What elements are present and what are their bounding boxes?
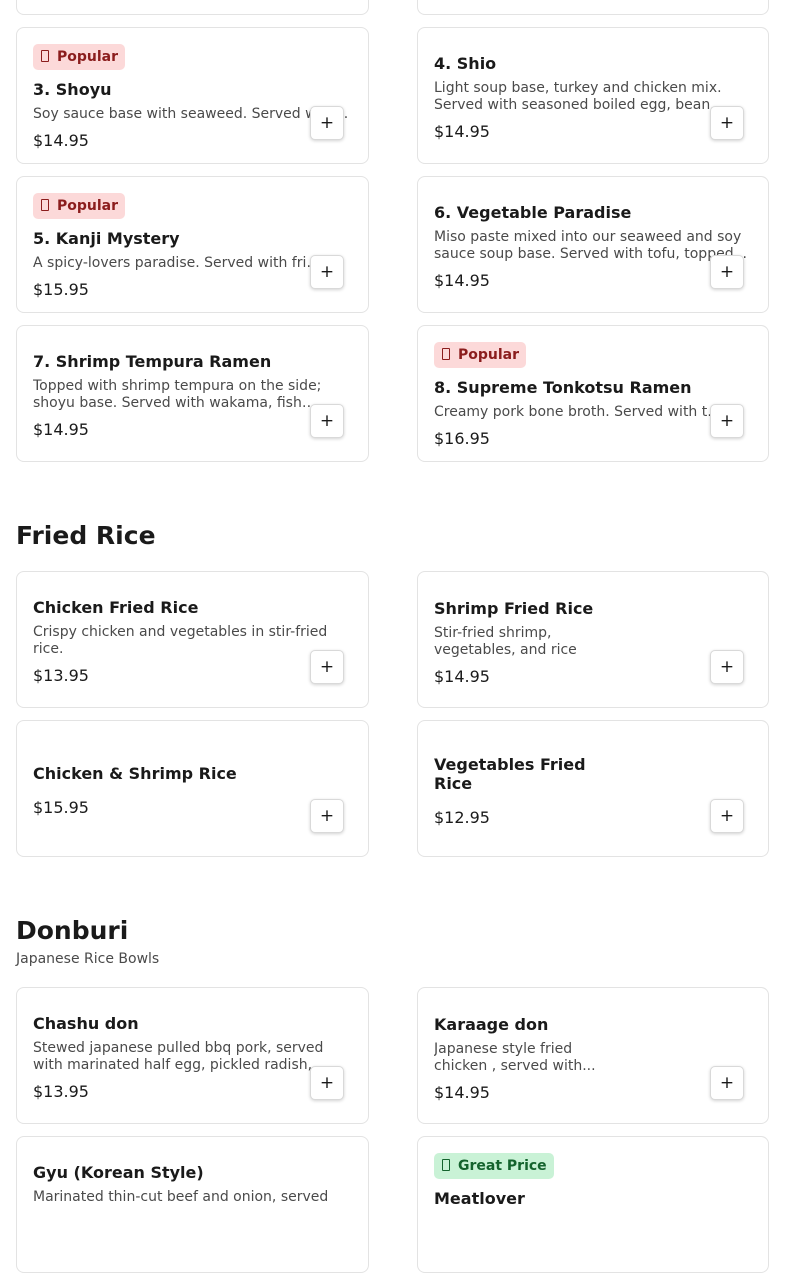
popular-badge: Popular <box>33 44 126 70</box>
item-name: Chicken & Shrimp Rice <box>33 764 237 783</box>
menu-item-card[interactable]: Vegetables Fried Rice $12.95 + <box>417 720 769 857</box>
item-name: Chashu don <box>33 1014 139 1033</box>
item-price: $12.95 <box>434 808 490 827</box>
item-price: $14.95 <box>33 420 89 439</box>
item-name: 6. Vegetable Paradise <box>434 203 632 222</box>
item-price: $13.95 <box>33 666 89 685</box>
add-to-cart-button[interactable]: + <box>310 799 344 833</box>
add-to-cart-button[interactable]: + <box>310 106 344 140</box>
item-name: 3. Shoyu <box>33 80 112 99</box>
item-name: 8. Supreme Tonkotsu Ramen <box>434 378 692 397</box>
menu-item-card[interactable]: Gyu (Korean Style) Marinated thin-cut be… <box>16 1136 369 1273</box>
item-price: $15.95 <box>33 280 89 299</box>
item-price: $14.95 <box>434 1083 490 1102</box>
menu-item-card[interactable]: Chicken & Shrimp Rice $15.95 + <box>16 720 369 857</box>
section-subtitle: Japanese Rice Bowls <box>16 951 160 967</box>
item-name: Gyu (Korean Style) <box>33 1163 204 1182</box>
item-name: Vegetables Fried Rice <box>434 755 586 793</box>
item-description: Light soup base, turkey and chicken mix.… <box>434 80 724 113</box>
section-title-fried-rice: Fried Rice <box>16 521 156 550</box>
popular-badge: Popular <box>434 342 527 368</box>
menu-item-card[interactable]: Karaage don Japanese style fried chicken… <box>417 987 769 1124</box>
badge-label: Popular <box>458 347 520 363</box>
add-to-cart-button[interactable]: + <box>310 1066 344 1100</box>
section-title-donburi: Donburi <box>16 916 129 945</box>
menu-item-card[interactable]: 7. Shrimp Tempura Ramen Topped with shri… <box>16 325 369 462</box>
great-price-badge: Great Price <box>434 1153 554 1179</box>
menu-item-card[interactable]: Popular 3. Shoyu Soy sauce base with sea… <box>16 27 369 164</box>
item-price: $14.95 <box>33 131 89 150</box>
menu-card-partial[interactable] <box>16 0 369 15</box>
item-price: $14.95 <box>434 271 490 290</box>
item-name: Karaage don <box>434 1015 549 1034</box>
add-to-cart-button[interactable]: + <box>310 650 344 684</box>
add-to-cart-button[interactable]: + <box>710 650 744 684</box>
tag-icon <box>442 1159 450 1171</box>
item-price: $14.95 <box>434 667 490 686</box>
add-to-cart-button[interactable]: + <box>710 404 744 438</box>
menu-item-card[interactable]: Chicken Fried Rice Crispy chicken and ve… <box>16 571 369 708</box>
menu-item-card[interactable]: Chashu don Stewed japanese pulled bbq po… <box>16 987 369 1124</box>
item-description: Crispy chicken and vegetables in stir-fr… <box>33 624 328 657</box>
badge-label: Great Price <box>458 1158 547 1174</box>
menu-item-card[interactable]: 4. Shio Light soup base, turkey and chic… <box>417 27 769 164</box>
menu-item-card[interactable]: 6. Vegetable Paradise Miso paste mixed i… <box>417 176 769 313</box>
add-to-cart-button[interactable]: + <box>710 1066 744 1100</box>
badge-label: Popular <box>57 198 119 214</box>
add-to-cart-button[interactable]: + <box>310 255 344 289</box>
item-description: Creamy pork bone broth. Served with the.… <box>434 404 724 420</box>
item-price: $15.95 <box>33 798 89 817</box>
item-description: Japanese style fried chicken , served wi… <box>434 1041 596 1074</box>
item-description: A spicy-lovers paradise. Served with fri… <box>33 255 323 271</box>
menu-item-card[interactable]: Popular 8. Supreme Tonkotsu Ramen Creamy… <box>417 325 769 462</box>
fire-icon <box>41 199 49 211</box>
fire-icon <box>41 50 49 62</box>
fire-icon <box>442 348 450 360</box>
add-to-cart-button[interactable]: + <box>710 255 744 289</box>
item-description: Stir-fried shrimp, vegetables, and rice <box>434 625 577 658</box>
item-name: Shrimp Fried Rice <box>434 599 594 618</box>
popular-badge: Popular <box>33 193 126 219</box>
add-to-cart-button[interactable]: + <box>710 106 744 140</box>
item-name: 5. Kanji Mystery <box>33 229 180 248</box>
item-description: Topped with shrimp tempura on the side; … <box>33 378 322 411</box>
item-description: Stewed japanese pulled bbq pork, served … <box>33 1040 326 1073</box>
menu-card-partial[interactable] <box>417 0 769 15</box>
item-description: Soy sauce base with seaweed. Served with… <box>33 106 349 122</box>
badge-label: Popular <box>57 49 119 65</box>
item-price: $16.95 <box>434 429 490 448</box>
item-description: Marinated thin-cut beef and onion, serve… <box>33 1189 329 1205</box>
menu-item-card[interactable]: Shrimp Fried Rice Stir-fried shrimp, veg… <box>417 571 769 708</box>
item-price: $14.95 <box>434 122 490 141</box>
item-name: 7. Shrimp Tempura Ramen <box>33 352 272 371</box>
item-name: Chicken Fried Rice <box>33 598 199 617</box>
menu-item-card[interactable]: Popular 5. Kanji Mystery A spicy-lovers … <box>16 176 369 313</box>
add-to-cart-button[interactable]: + <box>310 404 344 438</box>
menu-item-card[interactable]: Great Price Meatlover <box>417 1136 769 1273</box>
item-price: $13.95 <box>33 1082 89 1101</box>
item-name: Meatlover <box>434 1189 525 1208</box>
add-to-cart-button[interactable]: + <box>710 799 744 833</box>
item-description: Miso paste mixed into our seaweed and so… <box>434 229 747 262</box>
item-name: 4. Shio <box>434 54 497 73</box>
